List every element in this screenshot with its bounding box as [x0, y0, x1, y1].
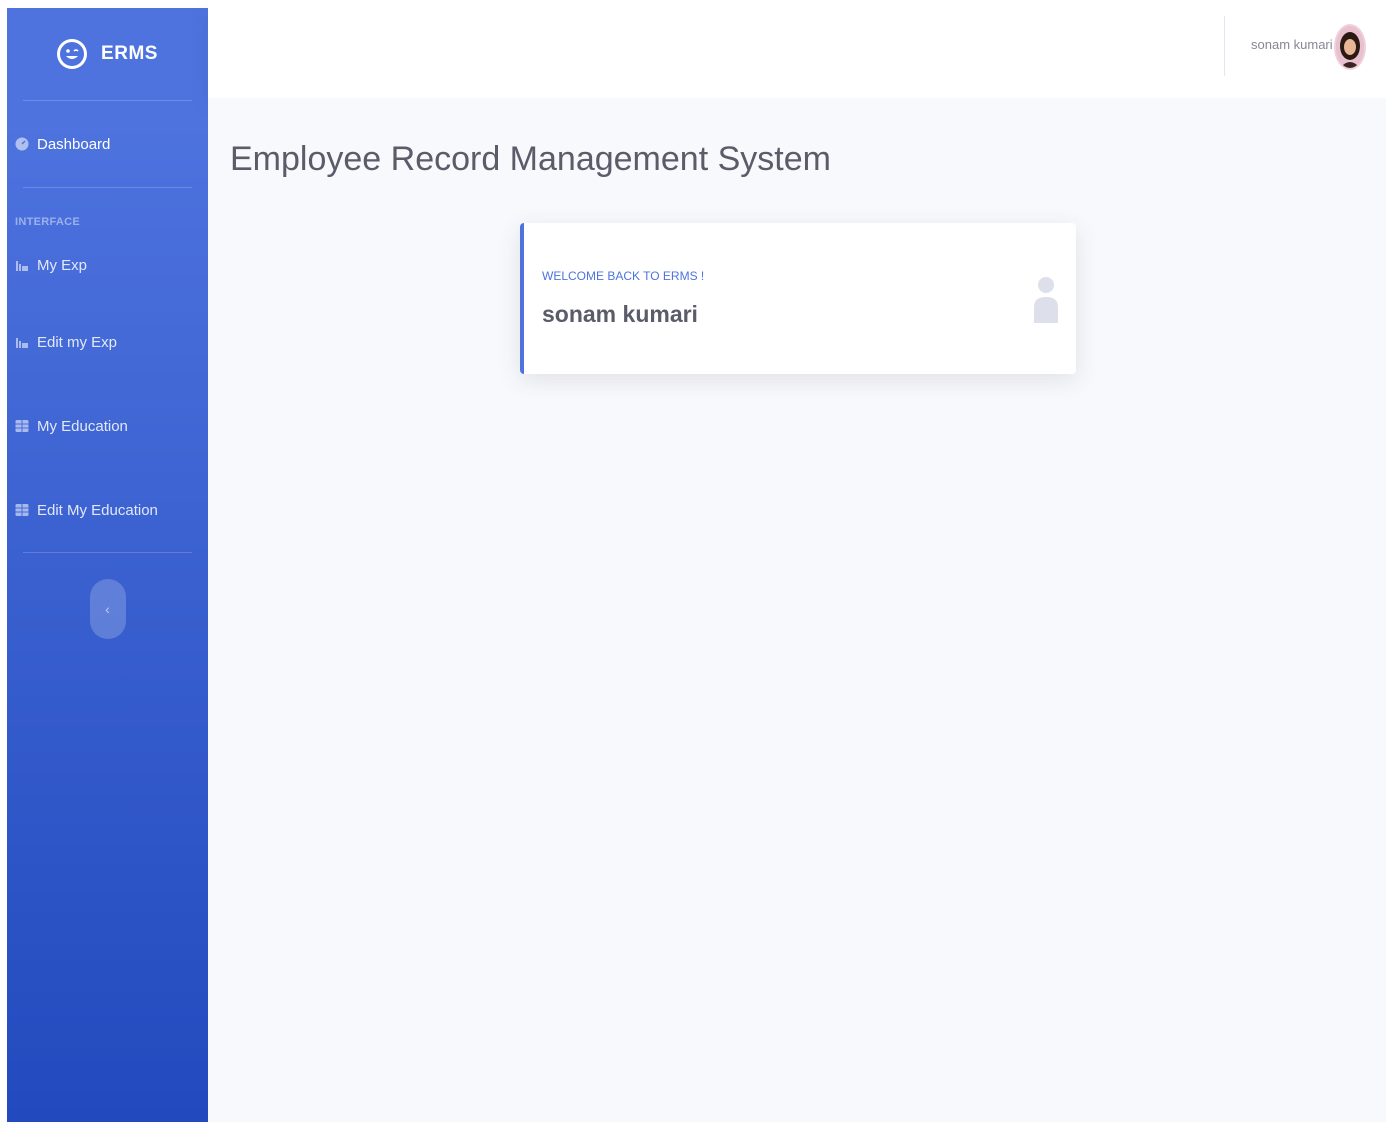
topbar-divider	[1224, 16, 1225, 76]
sidebar-item-dashboard[interactable]: Dashboard	[7, 101, 208, 187]
sidebar-item-label: Dashboard	[37, 135, 111, 153]
sidebar-item-my-exp[interactable]: My Exp	[7, 230, 208, 300]
laugh-wink-icon	[57, 39, 88, 69]
user-icon	[1032, 273, 1060, 328]
sidebar-item-edit-my-exp[interactable]: Edit my Exp	[7, 300, 208, 384]
sidebar-brand[interactable]: ERMS	[7, 8, 208, 100]
sidebar-item-edit-my-education[interactable]: Edit My Education	[7, 468, 208, 552]
main-content: Employee Record Management System WELCOM…	[208, 98, 1386, 1122]
sidebar-item-my-education[interactable]: My Education	[7, 384, 208, 468]
sidebar: ERMS Dashboard INTERFACE My Exp Edit my …	[7, 8, 208, 1122]
sidebar-item-label: My Education	[37, 417, 128, 435]
topbar: sonam kumari	[208, 0, 1386, 98]
table-icon	[15, 503, 29, 517]
chevron-left-icon: ‹	[105, 601, 110, 617]
sidebar-toggle-button[interactable]: ‹	[89, 579, 126, 639]
welcome-card: WELCOME BACK TO ERMS ! sonam kumari	[520, 223, 1076, 374]
page-title: Employee Record Management System	[230, 140, 831, 178]
table-icon	[15, 419, 29, 433]
chart-area-icon	[15, 335, 29, 349]
sidebar-item-label: Edit My Education	[37, 501, 158, 519]
chart-area-icon	[15, 258, 29, 272]
brand-name: ERMS	[101, 43, 158, 64]
welcome-card-label: WELCOME BACK TO ERMS !	[542, 269, 705, 283]
sidebar-item-label: Edit my Exp	[37, 333, 118, 351]
tachometer-icon	[15, 137, 29, 151]
welcome-card-user-name: sonam kumari	[542, 301, 698, 327]
avatar[interactable]	[1334, 24, 1366, 70]
topbar-user-name[interactable]: sonam kumari	[1251, 37, 1333, 52]
sidebar-toggle-wrap: ‹	[7, 553, 208, 639]
sidebar-heading: INTERFACE	[15, 216, 81, 228]
sidebar-item-label: My Exp	[37, 256, 88, 274]
